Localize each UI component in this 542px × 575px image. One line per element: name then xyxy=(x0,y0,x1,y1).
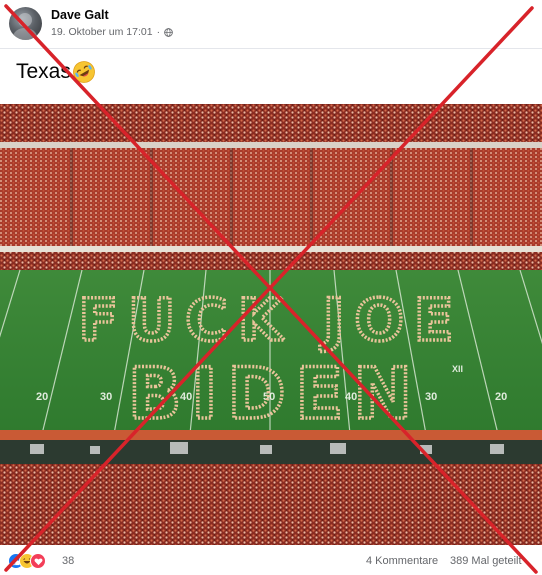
post-text-content: Texas xyxy=(16,60,71,83)
post-meta: 19. Oktober um 17:01 · xyxy=(51,26,173,38)
post-footer: 38 4 Kommentare 389 Mal geteilt xyxy=(0,547,542,575)
yard-number: 30 xyxy=(425,391,437,403)
post-timestamp[interactable]: 19. Oktober um 17:01 xyxy=(51,26,153,38)
comments-count[interactable]: 4 Kommentare xyxy=(366,555,438,567)
author-name[interactable]: Dave Galt xyxy=(51,8,109,22)
yard-number: 30 xyxy=(100,391,112,403)
reaction-icons[interactable] xyxy=(8,553,46,569)
yard-number: 20 xyxy=(36,391,48,403)
field-formation-text: FUCK JOE xyxy=(79,286,464,354)
avatar-photo xyxy=(13,13,37,40)
reaction-count[interactable]: 38 xyxy=(62,555,74,567)
field-formation-text: BIDEN xyxy=(128,353,422,435)
avatar[interactable] xyxy=(9,7,42,40)
post-photo[interactable]: 20 30 40 50 40 30 20 FUCK JOE BIDEN XII xyxy=(0,104,542,545)
conference-logo: XII xyxy=(452,364,463,374)
header-divider xyxy=(0,48,542,49)
shares-count[interactable]: 389 Mal geteilt xyxy=(450,555,522,567)
rolling-on-floor-laughing-emoji xyxy=(72,61,95,83)
globe-icon[interactable] xyxy=(164,27,173,37)
yard-number: 20 xyxy=(495,391,507,403)
post-header: Dave Galt 19. Oktober um 17:01 · xyxy=(0,0,542,50)
love-icon xyxy=(30,553,46,569)
post-text: Texas xyxy=(16,60,96,84)
stadium-photo: 20 30 40 50 40 30 20 FUCK JOE BIDEN XII xyxy=(0,104,542,545)
meta-separator: · xyxy=(156,26,161,38)
